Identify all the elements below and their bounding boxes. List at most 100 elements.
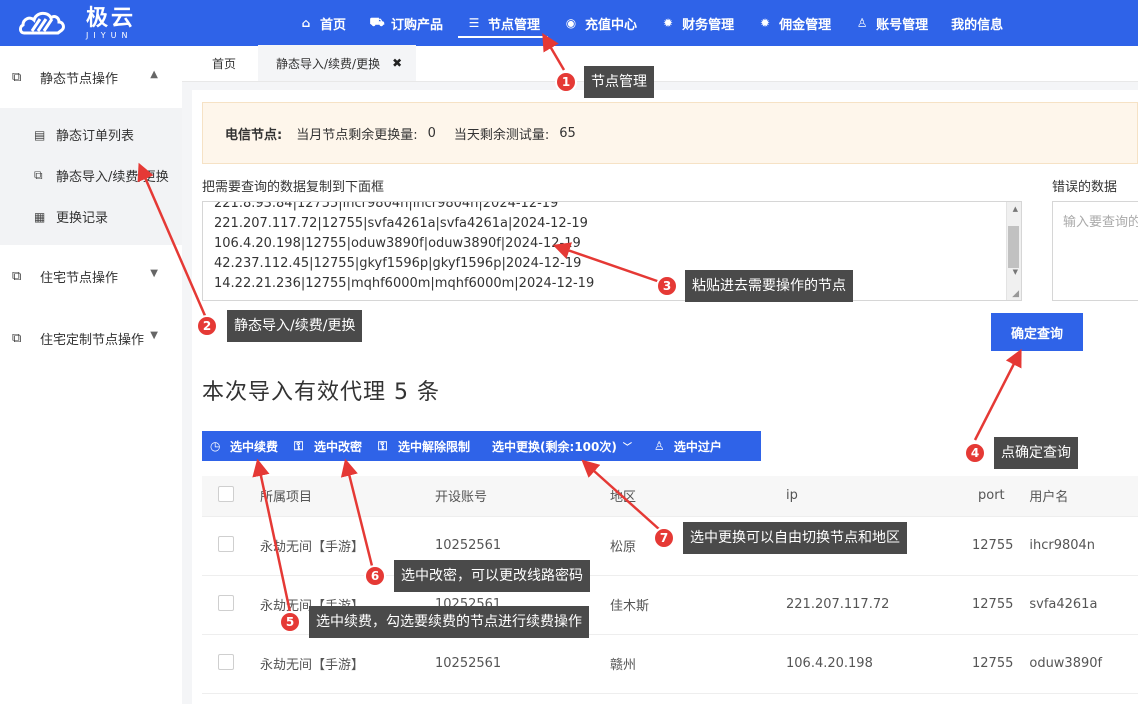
nav-my-info[interactable]: 我的信息 [943,0,1011,46]
chevron-up-icon: ▲ [150,69,158,80]
toolbar-label: 选中过户 [673,439,722,454]
resize-grip-icon[interactable]: ◢ [1012,289,1019,299]
sidebar-group-label: 住宅节点操作 [40,270,119,286]
sidebar-item-static-orders[interactable]: ▤ 静态订单列表 [0,114,182,155]
tab-label: 静态导入/续费/更换 [276,56,381,71]
paste-content: 221.8.93.84|12755|ihcr9804n|ihcr9804n|20… [214,201,594,294]
brand-logo[interactable]: 极云 JIYUN [18,5,136,41]
sidebar-item-label: 静态导入/续费/更换 [56,170,169,185]
table-cell: 佳木斯 [610,575,786,635]
chevron-down-icon: ▼ [150,268,158,279]
nav-recharge[interactable]: ◉ 充值中心 [555,0,645,46]
nav-label: 订购产品 [391,17,444,33]
wallet-icon: ◉ [565,16,577,30]
sidebar-submenu: ▤ 静态订单列表 ⧉ 静态导入/续费/更换 ▦ 更换记录 [0,108,182,245]
sidebar-group-custom-residential[interactable]: ⧉ 住宅定制节点操作 ▼ [0,307,182,369]
nav-home[interactable]: ⌂ 首页 [290,0,354,46]
nav-label: 财务管理 [682,17,735,33]
nav-account[interactable]: ♙ 账号管理 [846,0,936,46]
column-header: ip [786,476,962,517]
sidebar-group-label: 静态节点操作 [40,71,119,87]
row-checkbox[interactable] [218,594,234,611]
table-cell: 永劫无间【手游】 [260,634,435,694]
annotation-tooltip: 选中更换可以自由切换节点和地区 [683,522,907,554]
table-row: 永劫无间【手游】 10252561 赣州 106.4.20.198 12755 … [202,634,1138,694]
annotation-badge: 5 [279,611,301,633]
quota-notice: 电信节点: 当月节点剩余更换量: 0 当天剩余测试量: 65 [202,102,1138,164]
list-icon: ☰ [468,16,480,30]
sidebar: ⧉ 静态节点操作 ▲ ▤ 静态订单列表 ⧉ 静态导入/续费/更换 ▦ 更换记录 ⧉ 住… [0,46,182,704]
table-cell: 赣州 [610,634,786,694]
paste-line: 42.237.112.45|12755|gkyf1596p|gkyf1596p|… [214,256,582,271]
scroll-up-icon[interactable]: ▲ [1013,205,1018,213]
select-all-checkbox[interactable] [218,485,234,502]
cart-icon: ⛟ [369,15,385,29]
scrollbar-thumb[interactable] [1008,226,1019,268]
toolbar-label: 选中改密 [314,439,363,454]
annotation-badge: 6 [364,565,386,587]
error-data-textarea[interactable]: 输入要查询的 [1052,201,1138,301]
user-icon: ♙ [856,16,868,30]
cloud-logo-icon [19,11,65,35]
notice-daily-label: 当天剩余测试量: [453,127,550,143]
brand-name: 极云 [86,5,137,31]
nav-node-management[interactable]: ☰ 节点管理 [458,0,549,46]
paste-line: 106.4.20.198|12755|oduw3890f|oduw3890f|2… [214,236,581,251]
home-icon: ⌂ [301,16,311,30]
replace-selected-dropdown[interactable]: 选中更换(剩余:100次) ﹀ [484,438,640,455]
clock-icon: ◷ [210,439,221,453]
sidebar-group-static-nodes[interactable]: ⧉ 静态节点操作 ▲ [0,46,182,108]
column-header: 开设账号 [435,476,610,517]
nav-order-products[interactable]: ⛟ 订购产品 [361,0,451,46]
calendar-icon: ▦ [34,209,46,224]
annotation-tooltip: 选中续费，勾选要续费的节点进行续费操作 [309,606,589,638]
annotation-tooltip: 粘贴进去需要操作的节点 [685,270,853,302]
table-cell: ihcr9804n [1013,516,1138,576]
remove-limit-button[interactable]: ⚿ 选中解除限制 [370,438,478,455]
nav-label: 账号管理 [876,17,929,33]
table-cell: 12755 [962,516,1014,576]
renew-selected-button[interactable]: ◷ 选中续费 [202,438,286,455]
table-cell: 12755 [962,634,1014,694]
notice-label: 电信节点: [225,127,283,143]
scroll-down-icon[interactable]: ▼ [1013,268,1018,276]
paste-line: 221.207.117.72|12755|svfa4261a|svfa4261a… [214,216,588,231]
notice-monthly-label: 当月节点剩余更换量: [296,127,418,143]
toolbar-label: 选中续费 [230,439,279,454]
transfer-selected-button[interactable]: ♙ 选中过户 [646,438,730,455]
document-icon: ▤ [34,127,46,142]
page-tabs: 首页 静态导入/续费/更换 ✖ [182,45,1138,82]
paste-line: 221.8.93.84|12755|ihcr9804n|ihcr9804n|20… [214,201,559,211]
copy-icon: ⧉ [12,69,22,85]
table-header-row: 所属项目 开设账号 地区 ip port 用户名 [202,476,1138,517]
annotation-tooltip: 点确定查询 [994,437,1078,469]
nav-label: 首页 [320,17,347,33]
table-cell: 221.207.117.72 [786,575,962,635]
change-password-button[interactable]: ⚿ 选中改密 [286,438,370,455]
table-cell: svfa4261a [1013,575,1138,635]
sidebar-item-static-import[interactable]: ⧉ 静态导入/续费/更换 [0,155,182,196]
sidebar-group-residential-nodes[interactable]: ⧉ 住宅节点操作 ▼ [0,245,182,307]
copy-icon: ⧉ [12,268,22,284]
sidebar-item-label: 更换记录 [56,211,109,226]
scrollbar[interactable]: ▲ ▼ [1006,202,1021,300]
tab-static-import[interactable]: 静态导入/续费/更换 ✖ [258,45,417,81]
brand-name-en: JIYUN [86,30,133,40]
close-icon[interactable]: ✖ [392,56,402,70]
tab-home[interactable]: 首页 [182,45,250,81]
sidebar-item-change-records[interactable]: ▦ 更换记录 [0,196,182,237]
nav-commission[interactable]: ✹ 佣金管理 [749,0,839,46]
annotation-badge: 2 [196,315,218,337]
row-checkbox[interactable] [218,535,234,552]
nav-finance[interactable]: ✹ 财务管理 [652,0,742,46]
user-transfer-icon: ♙ [653,439,665,453]
nav-label: 佣金管理 [779,17,832,33]
paste-label: 把需要查询的数据复制到下面框 [202,180,385,195]
confirm-query-button[interactable]: 确定查询 [991,313,1083,351]
annotation-badge: 3 [656,275,678,297]
paste-textarea[interactable]: 221.8.93.84|12755|ihcr9804n|ihcr9804n|20… [202,201,1022,301]
copy-icon: ⧉ [34,168,43,182]
annotation-badge: 7 [653,527,675,549]
row-checkbox[interactable] [218,653,234,670]
nav-label: 节点管理 [488,17,541,33]
